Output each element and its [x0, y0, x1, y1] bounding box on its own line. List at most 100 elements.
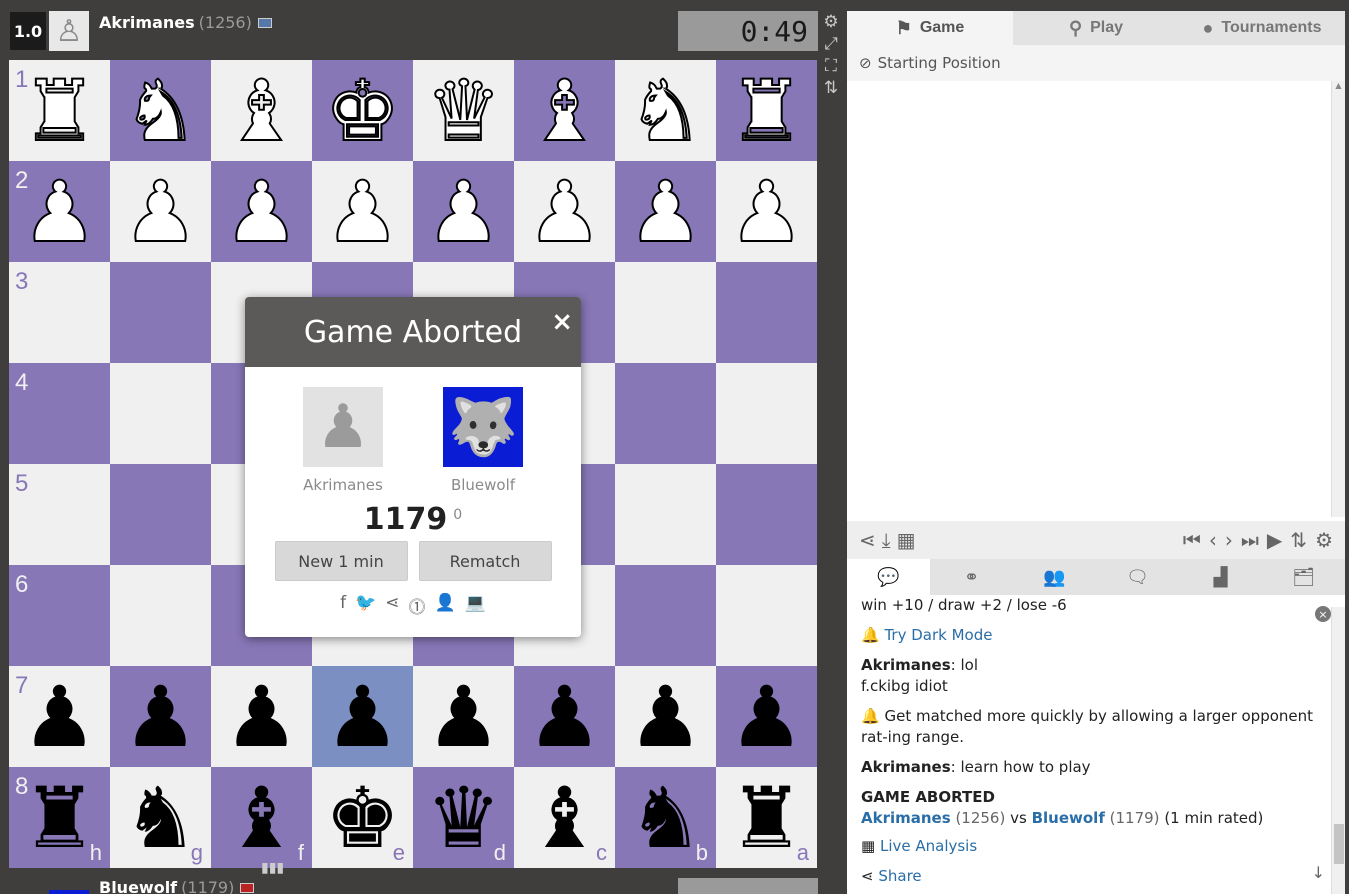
square-c7[interactable]: ♟	[514, 666, 615, 767]
chess-piece[interactable]: ♟	[729, 675, 804, 759]
chat-message-author[interactable]: Akrimanes	[861, 656, 951, 674]
live-analysis-link[interactable]: Live Analysis	[880, 837, 977, 855]
square-h6[interactable]: 6	[9, 565, 110, 666]
dialog-player-1-name[interactable]: Akrimanes	[303, 476, 383, 494]
resize-handle-icon[interactable]: ▮▮▮	[261, 860, 284, 876]
square-b7[interactable]: ♟	[615, 666, 716, 767]
chat-message-author[interactable]: Akrimanes	[861, 758, 951, 776]
tab-leaderboard[interactable]: ▟	[1179, 559, 1262, 595]
chess-piece[interactable]: ♝	[527, 776, 602, 860]
square-a6[interactable]	[716, 565, 817, 666]
square-a8[interactable]: ♜ a	[716, 767, 817, 868]
chess-piece[interactable]: ♟	[527, 675, 602, 759]
download-icon[interactable]: ⤓	[882, 528, 891, 552]
facebook-icon[interactable]: f	[340, 593, 346, 618]
top-player-avatar[interactable]: ♙	[49, 11, 89, 51]
square-b8[interactable]: ♞ b	[615, 767, 716, 868]
square-a1[interactable]: ♜	[716, 60, 817, 161]
tab-tournaments[interactable]: ● Tournaments	[1179, 11, 1345, 45]
square-e1[interactable]: ♚	[312, 60, 413, 161]
tab-game[interactable]: ⚑ Game	[847, 11, 1013, 45]
square-g8[interactable]: ♞ g	[110, 767, 211, 868]
analysis-board-icon[interactable]: ▦	[897, 528, 916, 552]
chess-piece[interactable]: ♚	[324, 68, 401, 154]
chess-piece[interactable]: ♟	[628, 675, 703, 759]
square-e8[interactable]: ♚ e	[312, 767, 413, 868]
chat-scrollbar[interactable]	[1331, 607, 1345, 894]
chess-piece[interactable]: ♟	[324, 169, 401, 255]
report-icon[interactable]: ⓵	[409, 593, 426, 618]
chess-piece[interactable]: ♛	[426, 776, 501, 860]
pawn-avatar-icon[interactable]: ♟	[303, 387, 383, 467]
chess-piece[interactable]: ♚	[325, 776, 400, 860]
square-h1[interactable]: ♜ 1	[9, 60, 110, 161]
last-move-icon[interactable]: ⏭	[1241, 528, 1259, 552]
square-b5[interactable]	[615, 464, 716, 565]
tab-chat[interactable]: 💬	[847, 559, 930, 595]
square-d1[interactable]: ♛	[413, 60, 514, 161]
first-move-icon[interactable]: ⏮	[1183, 528, 1201, 552]
square-h4[interactable]: 4	[9, 363, 110, 464]
square-b3[interactable]	[615, 262, 716, 363]
new-game-button[interactable]: New 1 min	[274, 541, 408, 581]
top-player-name-text[interactable]: Akrimanes	[99, 13, 195, 32]
square-h3[interactable]: 3	[9, 262, 110, 363]
chess-piece[interactable]: ♟	[123, 675, 198, 759]
close-icon[interactable]: ×	[1315, 606, 1331, 622]
add-friend-icon[interactable]: 👤	[435, 593, 456, 618]
square-h2[interactable]: ♟ 2	[9, 161, 110, 262]
chess-piece[interactable]: ♜	[21, 68, 98, 154]
square-g5[interactable]	[110, 464, 211, 565]
square-c8[interactable]: ♝ c	[514, 767, 615, 868]
square-h7[interactable]: ♟ 7	[9, 666, 110, 767]
computer-icon[interactable]: 💻	[465, 593, 486, 618]
settings-icon[interactable]: ⚙	[1315, 528, 1333, 552]
chess-piece[interactable]: ♟	[122, 169, 199, 255]
square-a5[interactable]	[716, 464, 817, 565]
square-e7[interactable]: ♟	[312, 666, 413, 767]
square-b2[interactable]: ♟	[615, 161, 716, 262]
share-link[interactable]: Share	[878, 867, 921, 885]
expand-icon[interactable]: ⤢	[824, 34, 838, 54]
top-player-name[interactable]: Akrimanes (1256)	[99, 13, 272, 32]
tab-players[interactable]: 👥	[1013, 559, 1096, 595]
chess-piece[interactable]: ♟	[21, 169, 98, 255]
chess-piece[interactable]: ♟	[728, 169, 805, 255]
chess-piece[interactable]: ♜	[729, 776, 804, 860]
square-a2[interactable]: ♟	[716, 161, 817, 262]
chess-piece[interactable]: ♞	[628, 776, 703, 860]
square-g6[interactable]	[110, 565, 211, 666]
chess-piece[interactable]: ♟	[325, 675, 400, 759]
square-e2[interactable]: ♟	[312, 161, 413, 262]
chess-piece[interactable]: ♞	[627, 68, 704, 154]
fullscreen-icon[interactable]: ⛶	[825, 56, 837, 76]
square-g1[interactable]: ♞	[110, 60, 211, 161]
square-d2[interactable]: ♟	[413, 161, 514, 262]
chess-piece[interactable]: ♜	[22, 776, 97, 860]
chess-piece[interactable]: ♟	[22, 675, 97, 759]
square-g3[interactable]	[110, 262, 211, 363]
chess-piece[interactable]: ♟	[526, 169, 603, 255]
close-icon[interactable]: ×	[551, 307, 573, 337]
chess-piece[interactable]: ♟	[627, 169, 704, 255]
tab-messages[interactable]: 🗨	[1096, 559, 1179, 595]
chess-piece[interactable]: ♛	[425, 68, 502, 154]
square-a7[interactable]: ♟	[716, 666, 817, 767]
square-a3[interactable]	[716, 262, 817, 363]
share-icon[interactable]: ⋖	[859, 528, 876, 552]
square-h5[interactable]: 5	[9, 464, 110, 565]
square-b6[interactable]	[615, 565, 716, 666]
gear-icon[interactable]: ⚙	[823, 12, 838, 32]
chess-piece[interactable]: ♞	[122, 68, 199, 154]
square-d7[interactable]: ♟	[413, 666, 514, 767]
wolf-avatar-icon[interactable]: 🐺	[443, 387, 523, 467]
tab-play[interactable]: ⚲ Play	[1013, 11, 1179, 45]
square-g2[interactable]: ♟	[110, 161, 211, 262]
flip-icon[interactable]: ⇅	[1290, 528, 1307, 552]
rematch-button[interactable]: Rematch	[418, 541, 552, 581]
chess-piece[interactable]: ♟	[425, 169, 502, 255]
scroll-down-icon[interactable]: ↓	[1312, 863, 1325, 882]
prev-move-icon[interactable]: ‹	[1209, 528, 1217, 552]
next-move-icon[interactable]: ›	[1225, 528, 1233, 552]
square-f7[interactable]: ♟	[211, 666, 312, 767]
